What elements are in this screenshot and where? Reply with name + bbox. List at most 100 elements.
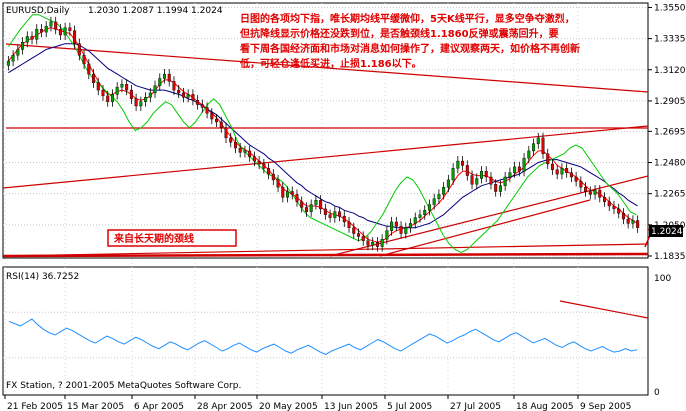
- candle-body: [6, 60, 10, 66]
- candle-body: [328, 214, 332, 218]
- candle-body: [607, 201, 611, 207]
- candle-body: [110, 94, 114, 102]
- candle-body: [517, 166, 521, 172]
- y-tick-label: 1.1835: [654, 252, 686, 262]
- candle-body: [63, 27, 67, 36]
- candle-body: [371, 242, 375, 246]
- candle-body: [465, 165, 469, 176]
- candle-body: [409, 223, 413, 228]
- candle-body: [129, 89, 133, 99]
- candle-body: [148, 92, 152, 98]
- candle-body: [96, 82, 100, 91]
- candle-body: [338, 211, 342, 217]
- candle-body: [219, 121, 223, 128]
- candle-body: [352, 227, 356, 234]
- x-tick-label: 9 Sep 2005: [580, 402, 631, 411]
- candle-body: [356, 233, 360, 237]
- candle-body: [503, 176, 507, 186]
- x-tick-label: 27 Jul 2005: [450, 402, 501, 411]
- candle-body: [49, 21, 53, 27]
- candle-body: [276, 179, 280, 188]
- candle-body: [404, 227, 408, 234]
- candle-body: [290, 191, 294, 195]
- candle-body: [446, 179, 450, 188]
- candle-body: [295, 194, 299, 202]
- x-tick-label: 6 Apr 2005: [134, 402, 184, 411]
- ohlc-header: 1.2030 1.2087 1.1994 1.2024: [88, 6, 223, 16]
- chart-window: 100 0 1.3550 1.3335 1.3120 1.2905 1.2695 1.248…: [0, 0, 686, 411]
- candle-body: [215, 118, 219, 123]
- candle-body: [153, 85, 157, 94]
- candle-body: [30, 36, 34, 40]
- candle-body: [456, 160, 460, 169]
- candle-body: [342, 215, 346, 223]
- candle-body: [423, 210, 427, 215]
- candle-body: [584, 186, 588, 192]
- x-tick-label: 28 Apr 2005: [197, 402, 253, 411]
- candle-body: [513, 166, 517, 173]
- candle-body: [380, 239, 384, 247]
- candle-body: [626, 218, 630, 224]
- candle-body: [479, 171, 484, 179]
- candle-body: [181, 92, 185, 98]
- candle-body: [451, 168, 455, 181]
- candle-body: [252, 156, 256, 162]
- candle-body: [470, 175, 474, 185]
- candle-body: [21, 42, 25, 50]
- y-tick-label: 1.2265: [654, 190, 686, 200]
- candle-body: [101, 89, 105, 97]
- candle-body: [574, 176, 578, 182]
- candle-body: [286, 191, 290, 198]
- y-axis: 1.3550 1.3335 1.3120 1.2905 1.2695 1.2480 1.22…: [648, 3, 686, 262]
- y-tick-label: 1.2905: [654, 97, 686, 107]
- y-tick-label: 1.3550: [654, 3, 686, 13]
- neckline-label: 来自长天期的颈线: [113, 232, 194, 245]
- candle-body: [58, 28, 62, 36]
- candle-body: [82, 55, 86, 65]
- annotation-line: 日图的各项均下指，唯长期均线平缓微仰，5天K线平行，显多空争夺激烈，: [240, 12, 575, 25]
- candle-body: [494, 184, 498, 192]
- candle-body: [25, 36, 29, 43]
- candle-body: [598, 189, 602, 198]
- candle-body: [238, 147, 242, 153]
- x-tick-label: 21 Feb 2005: [7, 402, 63, 411]
- candle-body: [636, 220, 640, 228]
- candle-body: [361, 236, 365, 241]
- annotation-line: 低，可轻仓逢低买进，止损1.186以下。: [239, 57, 422, 70]
- candle-body: [565, 168, 569, 173]
- rsi-panel: [2, 266, 649, 396]
- candle-body: [162, 73, 167, 79]
- candle-body: [621, 213, 625, 220]
- candle-body: [390, 221, 394, 231]
- candle-body: [442, 186, 446, 195]
- candle-body: [229, 137, 233, 143]
- candle-body: [125, 84, 129, 91]
- candle-body: [257, 160, 261, 165]
- candle-body: [461, 160, 465, 166]
- candle-body: [617, 208, 621, 214]
- candle-body: [541, 137, 545, 155]
- candle-body: [527, 150, 531, 159]
- candle-body: [366, 240, 370, 246]
- x-tick-label: 20 May 2005: [259, 402, 318, 411]
- candle-body: [191, 94, 195, 101]
- candle-body: [560, 168, 564, 175]
- candle-body: [248, 150, 252, 157]
- candle-body: [210, 113, 214, 120]
- candle-body: [437, 194, 441, 199]
- candle-body: [555, 169, 559, 175]
- candle-body: [87, 63, 91, 75]
- candle-body: [418, 214, 422, 218]
- candle-body: [35, 28, 39, 40]
- candle-body: [16, 49, 20, 56]
- candle-body: [319, 200, 323, 210]
- candle-body: [603, 197, 607, 202]
- candle-body: [139, 101, 143, 107]
- candle-body: [333, 211, 337, 218]
- candle-body: [432, 198, 436, 205]
- candle-body: [550, 163, 554, 170]
- candle-body: [375, 242, 379, 247]
- candle-body: [475, 178, 479, 185]
- candle-body: [134, 98, 138, 107]
- candle-body: [309, 204, 313, 212]
